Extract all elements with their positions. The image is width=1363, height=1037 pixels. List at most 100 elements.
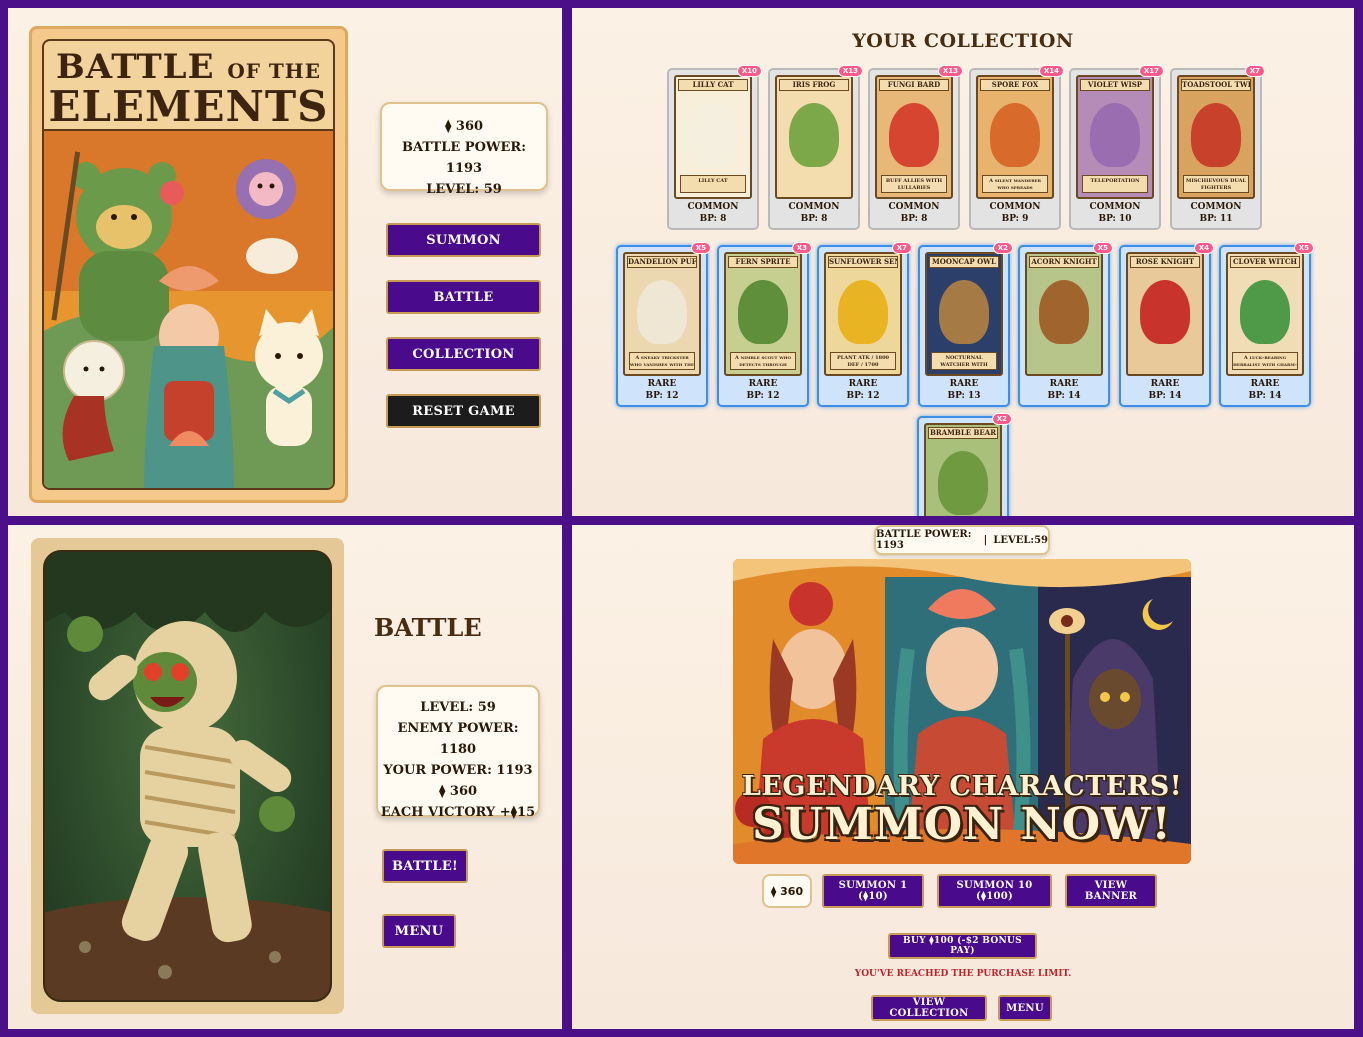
card-count-badge: X14	[1038, 65, 1064, 77]
card-art-name: CLOVER WITCH	[1230, 256, 1300, 268]
summon-level: LEVEL:59	[993, 534, 1048, 546]
card-art: FERN SPRITE A nimble scout who detects th…	[724, 252, 802, 376]
stats-separator: |	[983, 534, 988, 546]
summon-gems: ⧫ 360	[762, 874, 812, 908]
card-count-badge: X13	[837, 65, 863, 77]
collection-card[interactable]: LILLY CAT LILLY CAT COMMON BP: 8 X10	[667, 65, 762, 230]
card-caption: MISCHIEVOUS DUAL FIGHTERS	[1183, 175, 1249, 193]
collection-title: YOUR COLLECTION	[852, 30, 1074, 52]
card-rarity: RARE	[748, 379, 778, 389]
card-battle-power: BP: 9	[1001, 214, 1029, 224]
card-rarity: COMMON	[1190, 202, 1242, 212]
card-art-name: SUNFLOWER SENTRY	[828, 256, 898, 268]
card-count-badge: X17	[1138, 65, 1164, 77]
card-art: ROSE KNIGHT	[1126, 252, 1204, 376]
card-count-badge: X5	[690, 242, 711, 254]
summon-menu-button[interactable]: MENU	[998, 995, 1052, 1021]
collection-card[interactable]: BRAMBLE BEAR X2	[917, 413, 1012, 516]
card-rarity: COMMON	[989, 202, 1041, 212]
card-rarity: COMMON	[1089, 202, 1141, 212]
collection-card[interactable]: MOONCAP OWL NOCTURNAL WATCHER WITH ILLUSI…	[918, 242, 1013, 407]
card-character-figure	[1039, 280, 1089, 344]
dandelion-puff-figure	[63, 340, 125, 402]
enemy-power: ENEMY POWER: 1180	[397, 721, 519, 757]
view-banner-button[interactable]: VIEW BANNER	[1065, 874, 1157, 908]
card-count-badge: X7	[891, 242, 912, 254]
card-count-badge: X10	[736, 65, 762, 77]
card-art: FUNGI BARD BUFF ALLIES WITH LULLABIES	[875, 75, 953, 199]
card-art-name: ROSE KNIGHT	[1130, 256, 1200, 268]
card-rarity: RARE	[949, 379, 979, 389]
card-rarity: RARE	[1250, 379, 1280, 389]
card-art: DANDELION PUFF A sneaky trickster who van…	[623, 252, 701, 376]
card-character-figure	[938, 451, 988, 515]
battle-button[interactable]: BATTLE	[386, 280, 541, 314]
collection-card[interactable]: VIOLET WISP TELEPORTATION COMMON BP: 10 X17	[1069, 65, 1164, 230]
card-rarity: RARE	[1049, 379, 1079, 389]
main-menu-panel: BATTLE OF THE ELEMENTS ⧫ 360 BATTLE POWE…	[8, 8, 562, 516]
summon-ten-button[interactable]: SUMMON 10 (⧫100)	[937, 874, 1052, 908]
card-rarity: COMMON	[687, 202, 739, 212]
card-art-name: VIOLET WISP	[1080, 79, 1150, 91]
start-battle-button[interactable]: BATTLE!	[382, 849, 468, 883]
card-count-badge: X7	[1244, 65, 1265, 77]
cover-illustration	[42, 131, 335, 490]
card-rarity: RARE	[647, 379, 677, 389]
card-art: BRAMBLE BEAR	[924, 423, 1002, 516]
reset-game-button[interactable]: RESET GAME	[386, 394, 541, 428]
card-rarity: COMMON	[888, 202, 940, 212]
card-battle-power: BP: 8	[900, 214, 928, 224]
card-caption: TELEPORTATION	[1082, 175, 1148, 193]
card-caption: A nimble scout who detects through under…	[730, 352, 796, 370]
card-art: ACORN KNIGHT	[1025, 252, 1103, 376]
collection-card[interactable]: SPORE FOX A silent wanderer who spreads e…	[969, 65, 1064, 230]
collection-card[interactable]: ACORN KNIGHT RARE BP: 14 X5	[1018, 242, 1113, 407]
card-art-name: MOONCAP OWL	[929, 256, 999, 268]
game-title: BATTLE OF THE ELEMENTS	[42, 39, 335, 131]
card-rarity: COMMON	[788, 202, 840, 212]
card-character-figure	[990, 103, 1040, 167]
battle-panel: BATTLE LEVEL: 59 ENEMY POWER: 1180 YOUR …	[8, 525, 562, 1029]
card-count-badge: X2	[992, 242, 1013, 254]
collection-card[interactable]: CLOVER WITCH A luck-bearing herbalist wit…	[1219, 242, 1314, 407]
card-art-name: SPORE FOX	[980, 79, 1050, 91]
cover-illustration-svg	[44, 131, 333, 488]
view-collection-button[interactable]: VIEW COLLECTION	[871, 995, 987, 1021]
card-battle-power: BP: 14	[1148, 391, 1182, 401]
summon-button[interactable]: SUMMON	[386, 223, 541, 257]
title-battle: BATTLE	[56, 47, 215, 87]
collection-card[interactable]: FERN SPRITE A nimble scout who detects th…	[717, 242, 812, 407]
card-character-figure	[738, 280, 788, 344]
collection-card[interactable]: IRIS FROG COMMON BP: 8 X13	[768, 65, 863, 230]
summon-one-button[interactable]: SUMMON 1 (⧫10)	[822, 874, 924, 908]
card-caption: NOCTURNAL WATCHER WITH ILLUSION-BASED MA…	[931, 352, 997, 370]
gems-count: ⧫ 360	[444, 119, 484, 134]
collection-card[interactable]: ROSE KNIGHT RARE BP: 14 X4	[1119, 242, 1214, 407]
card-count-badge: X2	[991, 413, 1012, 425]
card-art: CLOVER WITCH A luck-bearing herbalist wit…	[1226, 252, 1304, 376]
collection-card[interactable]: TOADSTOOL TWINS MISCHIEVOUS DUAL FIGHTERS…	[1170, 65, 1265, 230]
battle-stats-box: LEVEL: 59 ENEMY POWER: 1180 YOUR POWER: …	[376, 685, 540, 820]
lotus-maiden-banner	[926, 627, 998, 711]
card-character-figure	[1191, 103, 1241, 167]
card-character-figure	[1140, 280, 1190, 344]
game-cover-art: BATTLE OF THE ELEMENTS	[29, 26, 348, 503]
card-character-figure	[789, 103, 839, 167]
purchase-limit-message: YOU'VE REACHED THE PURCHASE LIMIT.	[854, 969, 1072, 979]
card-character-figure	[838, 280, 888, 344]
card-count-badge: X5	[1293, 242, 1314, 254]
collection-card[interactable]: SUNFLOWER SENTRY PLANT ATK / 1800 DEF / 1…	[817, 242, 912, 407]
buy-gems-button[interactable]: BUY ⧫100 (-$2 BONUS PAY)	[888, 933, 1037, 959]
collection-card[interactable]: DANDELION PUFF A sneaky trickster who van…	[616, 242, 711, 407]
battle-power: BATTLE POWER: 1193	[401, 140, 527, 176]
card-art-name: ACORN KNIGHT	[1029, 256, 1099, 268]
title-of-the: OF THE	[227, 59, 321, 83]
collection-card[interactable]: FUNGI BARD BUFF ALLIES WITH LULLABIES COMM…	[868, 65, 963, 230]
battle-title: BATTLE	[374, 613, 482, 642]
collection-button[interactable]: COLLECTION	[386, 337, 541, 371]
player-level: LEVEL: 59	[426, 182, 502, 197]
battle-menu-button[interactable]: MENU	[382, 914, 456, 948]
card-art: LILLY CAT LILLY CAT	[674, 75, 752, 199]
card-battle-power: BP: 12	[746, 391, 780, 401]
enemy-card	[31, 538, 344, 1014]
